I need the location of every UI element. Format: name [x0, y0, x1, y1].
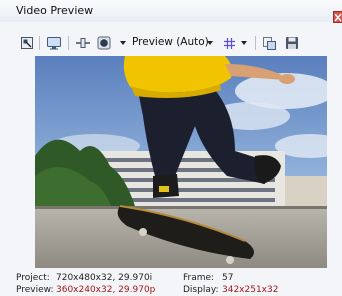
close-button[interactable]	[333, 11, 342, 23]
preview-label: Preview:	[16, 285, 54, 295]
toolbar-separator	[255, 36, 256, 50]
preview-quality-dropdown[interactable]	[118, 34, 128, 52]
preview-quality-icon	[97, 36, 111, 50]
preview-mode-label[interactable]: Preview (Auto)	[132, 36, 209, 48]
preview-value: 360x240x32, 29.970p	[56, 285, 156, 295]
window-title: Video Preview	[16, 4, 94, 17]
video-preview-area[interactable]	[35, 56, 327, 268]
save-snapshot-button[interactable]	[283, 34, 301, 52]
project-value: 720x480x32, 29.970i	[56, 273, 153, 283]
external-monitor-icon	[47, 37, 61, 50]
chevron-down-icon	[120, 41, 126, 45]
overlays-dropdown[interactable]	[239, 34, 249, 52]
preview-quality-button[interactable]	[96, 34, 112, 52]
frame-label: Frame:	[183, 273, 215, 283]
status-bar: Project: 720x480x32, 29.970i Preview: 36…	[0, 270, 342, 296]
close-icon	[334, 14, 342, 22]
toolbar-separator	[39, 36, 40, 50]
grid-icon	[223, 37, 235, 49]
split-screen-button[interactable]	[73, 34, 93, 52]
external-monitor-button[interactable]	[44, 34, 64, 52]
chevron-down-icon	[207, 41, 213, 45]
display-value: 342x251x32	[222, 285, 279, 295]
split-screen-icon	[76, 38, 90, 48]
display-label: Display:	[183, 285, 219, 295]
video-preview-window: Video Preview Preview (Auto) Project: 72…	[0, 0, 342, 296]
copy-snapshot-icon	[262, 36, 276, 50]
video-properties-button[interactable]	[18, 34, 36, 52]
toolbar: Preview (Auto)	[0, 32, 342, 54]
title-bar: Video Preview	[0, 0, 342, 23]
video-frame-image	[35, 56, 327, 268]
copy-snapshot-button[interactable]	[260, 34, 278, 52]
preview-mode-dropdown[interactable]	[205, 34, 215, 52]
save-snapshot-icon	[286, 37, 298, 49]
toolbar-separator	[68, 36, 69, 50]
project-label: Project:	[16, 273, 50, 283]
overlays-button[interactable]	[221, 34, 237, 52]
frame-value: 57	[222, 273, 234, 283]
chevron-down-icon	[241, 41, 247, 45]
video-properties-icon	[21, 37, 33, 49]
